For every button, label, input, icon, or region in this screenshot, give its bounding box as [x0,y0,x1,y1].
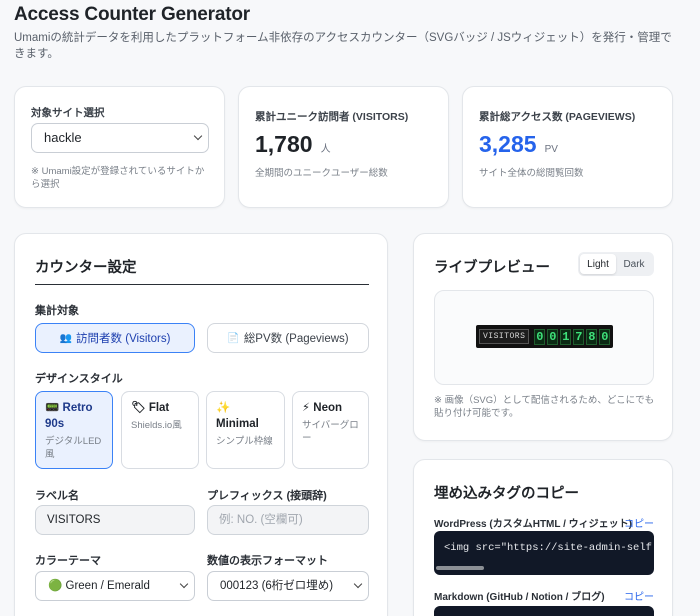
flat-icon: 🏷 [131,402,146,414]
page-description: Umamiの統計データを利用したプラットフォーム非依存のアクセスカウンター（SV… [14,32,672,60]
site-select[interactable]: hackle [31,123,209,153]
badge-digit: 7 [573,328,585,345]
site-select-label: 対象サイト選択 [31,107,105,119]
preview-title: ライブプレビュー [434,260,550,276]
counter-badge: VISITORS 0 0 1 7 8 0 [476,325,613,348]
target-pageviews-label: 総PV数 (Pageviews) [243,333,349,345]
counter-settings-card: カウンター設定 集計対象 👥 訪問者数 (Visitors) 📄 総PV数 (P… [14,233,388,616]
target-visitors-button[interactable]: 👥 訪問者数 (Visitors) [35,323,195,353]
theme-light-button[interactable]: Light [580,254,616,274]
markdown-code-box[interactable] [434,606,654,616]
embed-tags-card: 埋め込みタグのコピー WordPress (カスタムHTML / ウィジェット)… [413,459,673,616]
target-visitors-label: 訪問者数 (Visitors) [76,333,171,345]
people-icon: 👥 [59,332,73,344]
preview-area: VISITORS 0 0 1 7 8 0 [434,290,654,385]
wordpress-copy-button[interactable]: コピー [624,515,654,530]
number-format-value: 000123 (6桁ゼロ埋め) [220,580,334,592]
style-minimal-desc: シンプル枠線 [216,436,273,447]
style-neon-desc: サイバーグロー [302,420,359,444]
visitors-label: 累計ユニーク訪問者 (VISITORS) [255,111,409,123]
embed-title: 埋め込みタグのコピー [434,486,579,502]
badge-digit: 0 [599,328,611,345]
retro-icon: 📟 [45,402,60,414]
document-icon: 📄 [227,332,240,344]
chevron-down-icon [353,579,363,589]
style-minimal-card[interactable]: ✨ Minimal シンプル枠線 [206,391,285,469]
settings-title: カウンター設定 [35,260,137,276]
color-theme-label: カラーテーマ [35,555,101,567]
markdown-label: Markdown (GitHub / Notion / ブログ) [434,592,605,603]
pageviews-note: サイト全体の総閲覧回数 [479,168,584,179]
pageviews-unit: PV [544,144,558,155]
live-preview-card: ライブプレビュー Light Dark VISITORS 0 0 1 7 8 0… [413,233,673,441]
pageviews-card: 累計総アクセス数 (PAGEVIEWS) 3,285 PV サイト全体の総閲覧回… [462,86,673,208]
visitors-value: 1,780 [255,131,313,157]
site-select-value: hackle [44,130,82,145]
target-label: 集計対象 [35,305,79,317]
lightning-icon: ⚡ [302,402,311,414]
badge-digit: 1 [560,328,572,345]
chevron-down-icon [193,131,203,141]
page-title: Access Counter Generator [14,4,250,25]
site-select-note: ※ Umami設定が登録されているサイトから選択 [31,166,205,190]
label-name-input[interactable]: VISITORS [35,505,195,535]
visitors-note: 全期間のユニークユーザー総数 [255,168,388,179]
style-flat-card[interactable]: 🏷 Flat Shields.io風 [121,391,199,469]
badge-digit: 0 [534,328,546,345]
color-theme-select[interactable]: 🟢 Green / Emerald [35,571,195,601]
badge-label: VISITORS [479,329,530,344]
badge-digit: 0 [547,328,559,345]
badge-digits: 0 0 1 7 8 0 [532,328,611,345]
style-neon-name: Neon [313,402,343,414]
divider [35,284,369,285]
theme-dark-button[interactable]: Dark [616,254,652,274]
design-style-label: デザインスタイル [35,373,123,385]
preview-note: ※ 画像（SVG）として配信されるため、どこにでも貼り付け可能です。 [434,395,655,419]
visitors-card: 累計ユニーク訪問者 (VISITORS) 1,780 人 全期間のユニークユーザ… [238,86,449,208]
number-format-select[interactable]: 000123 (6桁ゼロ埋め) [207,571,369,601]
wordpress-code-box[interactable]: <img src="https://site-admin-self.hac [434,531,654,575]
number-format-label: 数値の表示フォーマット [207,555,328,567]
style-neon-card[interactable]: ⚡ Neon サイバーグロー [292,391,369,469]
badge-digit: 8 [586,328,598,345]
markdown-copy-button[interactable]: コピー [624,588,654,603]
label-name-label: ラベル名 [35,490,79,502]
pageviews-value: 3,285 [479,131,537,157]
style-flat-name: Flat [148,402,170,414]
style-retro-desc: デジタルLED風 [45,436,102,460]
style-retro-card[interactable]: 📟 Retro 90s デジタルLED風 [35,391,113,469]
pageviews-label: 累計総アクセス数 (PAGEVIEWS) [479,111,636,123]
wordpress-code: <img src="https://site-admin-self.hac [444,542,654,554]
target-pageviews-button[interactable]: 📄 総PV数 (Pageviews) [207,323,369,353]
chevron-down-icon [179,579,189,589]
prefix-input[interactable]: 例: NO. (空欄可) [207,505,369,535]
style-minimal-name: Minimal [216,418,259,430]
visitors-unit: 人 [320,144,331,155]
wordpress-label: WordPress (カスタムHTML / ウィジェット) [434,519,632,530]
site-select-card: 対象サイト選択 hackle ※ Umami設定が登録されているサイトから選択 [14,86,225,208]
prefix-label: プレフィックス (接頭辞) [207,490,327,502]
scrollbar-thumb[interactable] [436,566,484,570]
style-flat-desc: Shields.io風 [131,420,182,431]
color-theme-value: 🟢 Green / Emerald [48,580,150,592]
markdown-code [434,606,654,616]
theme-toggle: Light Dark [578,252,654,276]
sparkle-icon: ✨ [216,402,231,414]
